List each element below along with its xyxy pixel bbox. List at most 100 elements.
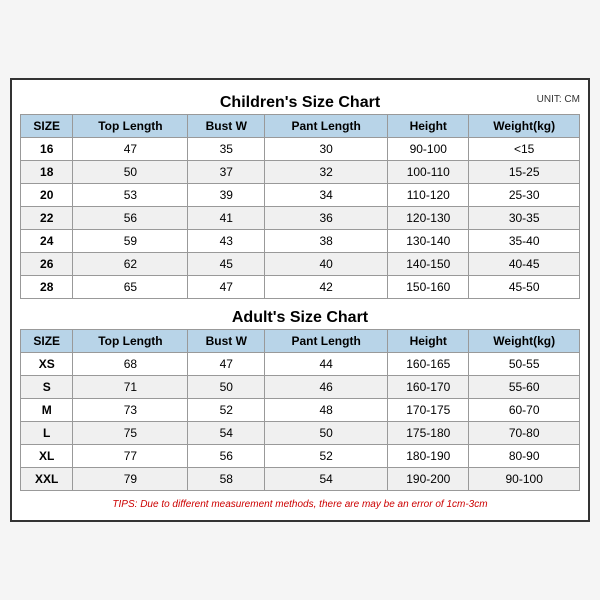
tips-text: TIPS: Due to different measurement metho… bbox=[20, 495, 580, 512]
table-cell: 90-100 bbox=[388, 138, 469, 161]
table-cell: 20 bbox=[21, 184, 73, 207]
children-header-row: SIZE Top Length Bust W Pant Length Heigh… bbox=[21, 115, 580, 138]
table-cell: 150-160 bbox=[388, 276, 469, 299]
table-cell: XXL bbox=[21, 468, 73, 491]
table-row: XS684744160-16550-55 bbox=[21, 353, 580, 376]
table-row: S715046160-17055-60 bbox=[21, 376, 580, 399]
children-col-height: Height bbox=[388, 115, 469, 138]
table-cell: 65 bbox=[73, 276, 188, 299]
table-cell: 44 bbox=[265, 353, 388, 376]
table-cell: 52 bbox=[265, 445, 388, 468]
table-cell: 140-150 bbox=[388, 253, 469, 276]
table-cell: 79 bbox=[73, 468, 188, 491]
table-cell: 60-70 bbox=[469, 399, 580, 422]
adult-col-pantlength: Pant Length bbox=[265, 330, 388, 353]
table-cell: 18 bbox=[21, 161, 73, 184]
table-cell: 80-90 bbox=[469, 445, 580, 468]
table-cell: L bbox=[21, 422, 73, 445]
table-cell: 54 bbox=[265, 468, 388, 491]
table-cell: 75 bbox=[73, 422, 188, 445]
adult-section-title: Adult's Size Chart bbox=[20, 303, 580, 329]
table-cell: 160-165 bbox=[388, 353, 469, 376]
table-cell: 30-35 bbox=[469, 207, 580, 230]
table-cell: 71 bbox=[73, 376, 188, 399]
table-cell: 47 bbox=[188, 353, 265, 376]
table-cell: 170-175 bbox=[388, 399, 469, 422]
table-row: 26624540140-15040-45 bbox=[21, 253, 580, 276]
table-cell: 48 bbox=[265, 399, 388, 422]
table-cell: 90-100 bbox=[469, 468, 580, 491]
table-cell: 50 bbox=[73, 161, 188, 184]
table-row: 22564136120-13030-35 bbox=[21, 207, 580, 230]
table-cell: 45 bbox=[188, 253, 265, 276]
table-cell: <15 bbox=[469, 138, 580, 161]
table-cell: 39 bbox=[188, 184, 265, 207]
table-cell: 70-80 bbox=[469, 422, 580, 445]
table-cell: 120-130 bbox=[388, 207, 469, 230]
table-cell: 77 bbox=[73, 445, 188, 468]
table-cell: XL bbox=[21, 445, 73, 468]
table-cell: 54 bbox=[188, 422, 265, 445]
children-col-size: SIZE bbox=[21, 115, 73, 138]
table-cell: 100-110 bbox=[388, 161, 469, 184]
adult-col-weight: Weight(kg) bbox=[469, 330, 580, 353]
table-cell: S bbox=[21, 376, 73, 399]
table-cell: M bbox=[21, 399, 73, 422]
table-cell: 53 bbox=[73, 184, 188, 207]
table-cell: 56 bbox=[73, 207, 188, 230]
children-section-title: Children's Size Chart UNIT: CM bbox=[20, 88, 580, 114]
children-col-pantlength: Pant Length bbox=[265, 115, 388, 138]
children-size-table: SIZE Top Length Bust W Pant Length Heigh… bbox=[20, 114, 580, 299]
adult-title-text: Adult's Size Chart bbox=[232, 309, 368, 326]
table-cell: 130-140 bbox=[388, 230, 469, 253]
table-cell: 40-45 bbox=[469, 253, 580, 276]
children-col-bustw: Bust W bbox=[188, 115, 265, 138]
table-cell: 58 bbox=[188, 468, 265, 491]
adult-table-body: XS684744160-16550-55S715046160-17055-60M… bbox=[21, 353, 580, 491]
table-cell: 25-30 bbox=[469, 184, 580, 207]
size-chart-container: Children's Size Chart UNIT: CM SIZE Top … bbox=[10, 78, 590, 522]
table-row: XXL795854190-20090-100 bbox=[21, 468, 580, 491]
table-cell: 36 bbox=[265, 207, 388, 230]
table-cell: 46 bbox=[265, 376, 388, 399]
table-cell: 68 bbox=[73, 353, 188, 376]
table-cell: 16 bbox=[21, 138, 73, 161]
adult-col-size: SIZE bbox=[21, 330, 73, 353]
table-cell: 30 bbox=[265, 138, 388, 161]
table-cell: 50 bbox=[188, 376, 265, 399]
table-cell: 35 bbox=[188, 138, 265, 161]
table-cell: 24 bbox=[21, 230, 73, 253]
table-cell: 175-180 bbox=[388, 422, 469, 445]
table-cell: 38 bbox=[265, 230, 388, 253]
table-cell: 26 bbox=[21, 253, 73, 276]
table-cell: 56 bbox=[188, 445, 265, 468]
table-cell: 62 bbox=[73, 253, 188, 276]
table-cell: 34 bbox=[265, 184, 388, 207]
table-row: 1647353090-100<15 bbox=[21, 138, 580, 161]
adult-col-height: Height bbox=[388, 330, 469, 353]
table-cell: 180-190 bbox=[388, 445, 469, 468]
adult-col-toplength: Top Length bbox=[73, 330, 188, 353]
table-cell: 37 bbox=[188, 161, 265, 184]
table-cell: 35-40 bbox=[469, 230, 580, 253]
table-cell: 55-60 bbox=[469, 376, 580, 399]
table-row: 24594338130-14035-40 bbox=[21, 230, 580, 253]
table-cell: 59 bbox=[73, 230, 188, 253]
table-row: M735248170-17560-70 bbox=[21, 399, 580, 422]
children-col-weight: Weight(kg) bbox=[469, 115, 580, 138]
table-cell: 52 bbox=[188, 399, 265, 422]
table-cell: 50 bbox=[265, 422, 388, 445]
table-cell: 32 bbox=[265, 161, 388, 184]
children-title-text: Children's Size Chart bbox=[220, 94, 380, 111]
table-cell: 43 bbox=[188, 230, 265, 253]
table-row: L755450175-18070-80 bbox=[21, 422, 580, 445]
table-cell: 15-25 bbox=[469, 161, 580, 184]
adult-header-row: SIZE Top Length Bust W Pant Length Heigh… bbox=[21, 330, 580, 353]
table-cell: 160-170 bbox=[388, 376, 469, 399]
table-cell: 47 bbox=[188, 276, 265, 299]
adult-size-table: SIZE Top Length Bust W Pant Length Heigh… bbox=[20, 329, 580, 491]
table-row: XL775652180-19080-90 bbox=[21, 445, 580, 468]
table-cell: 42 bbox=[265, 276, 388, 299]
table-cell: 41 bbox=[188, 207, 265, 230]
unit-label: UNIT: CM bbox=[537, 94, 580, 105]
